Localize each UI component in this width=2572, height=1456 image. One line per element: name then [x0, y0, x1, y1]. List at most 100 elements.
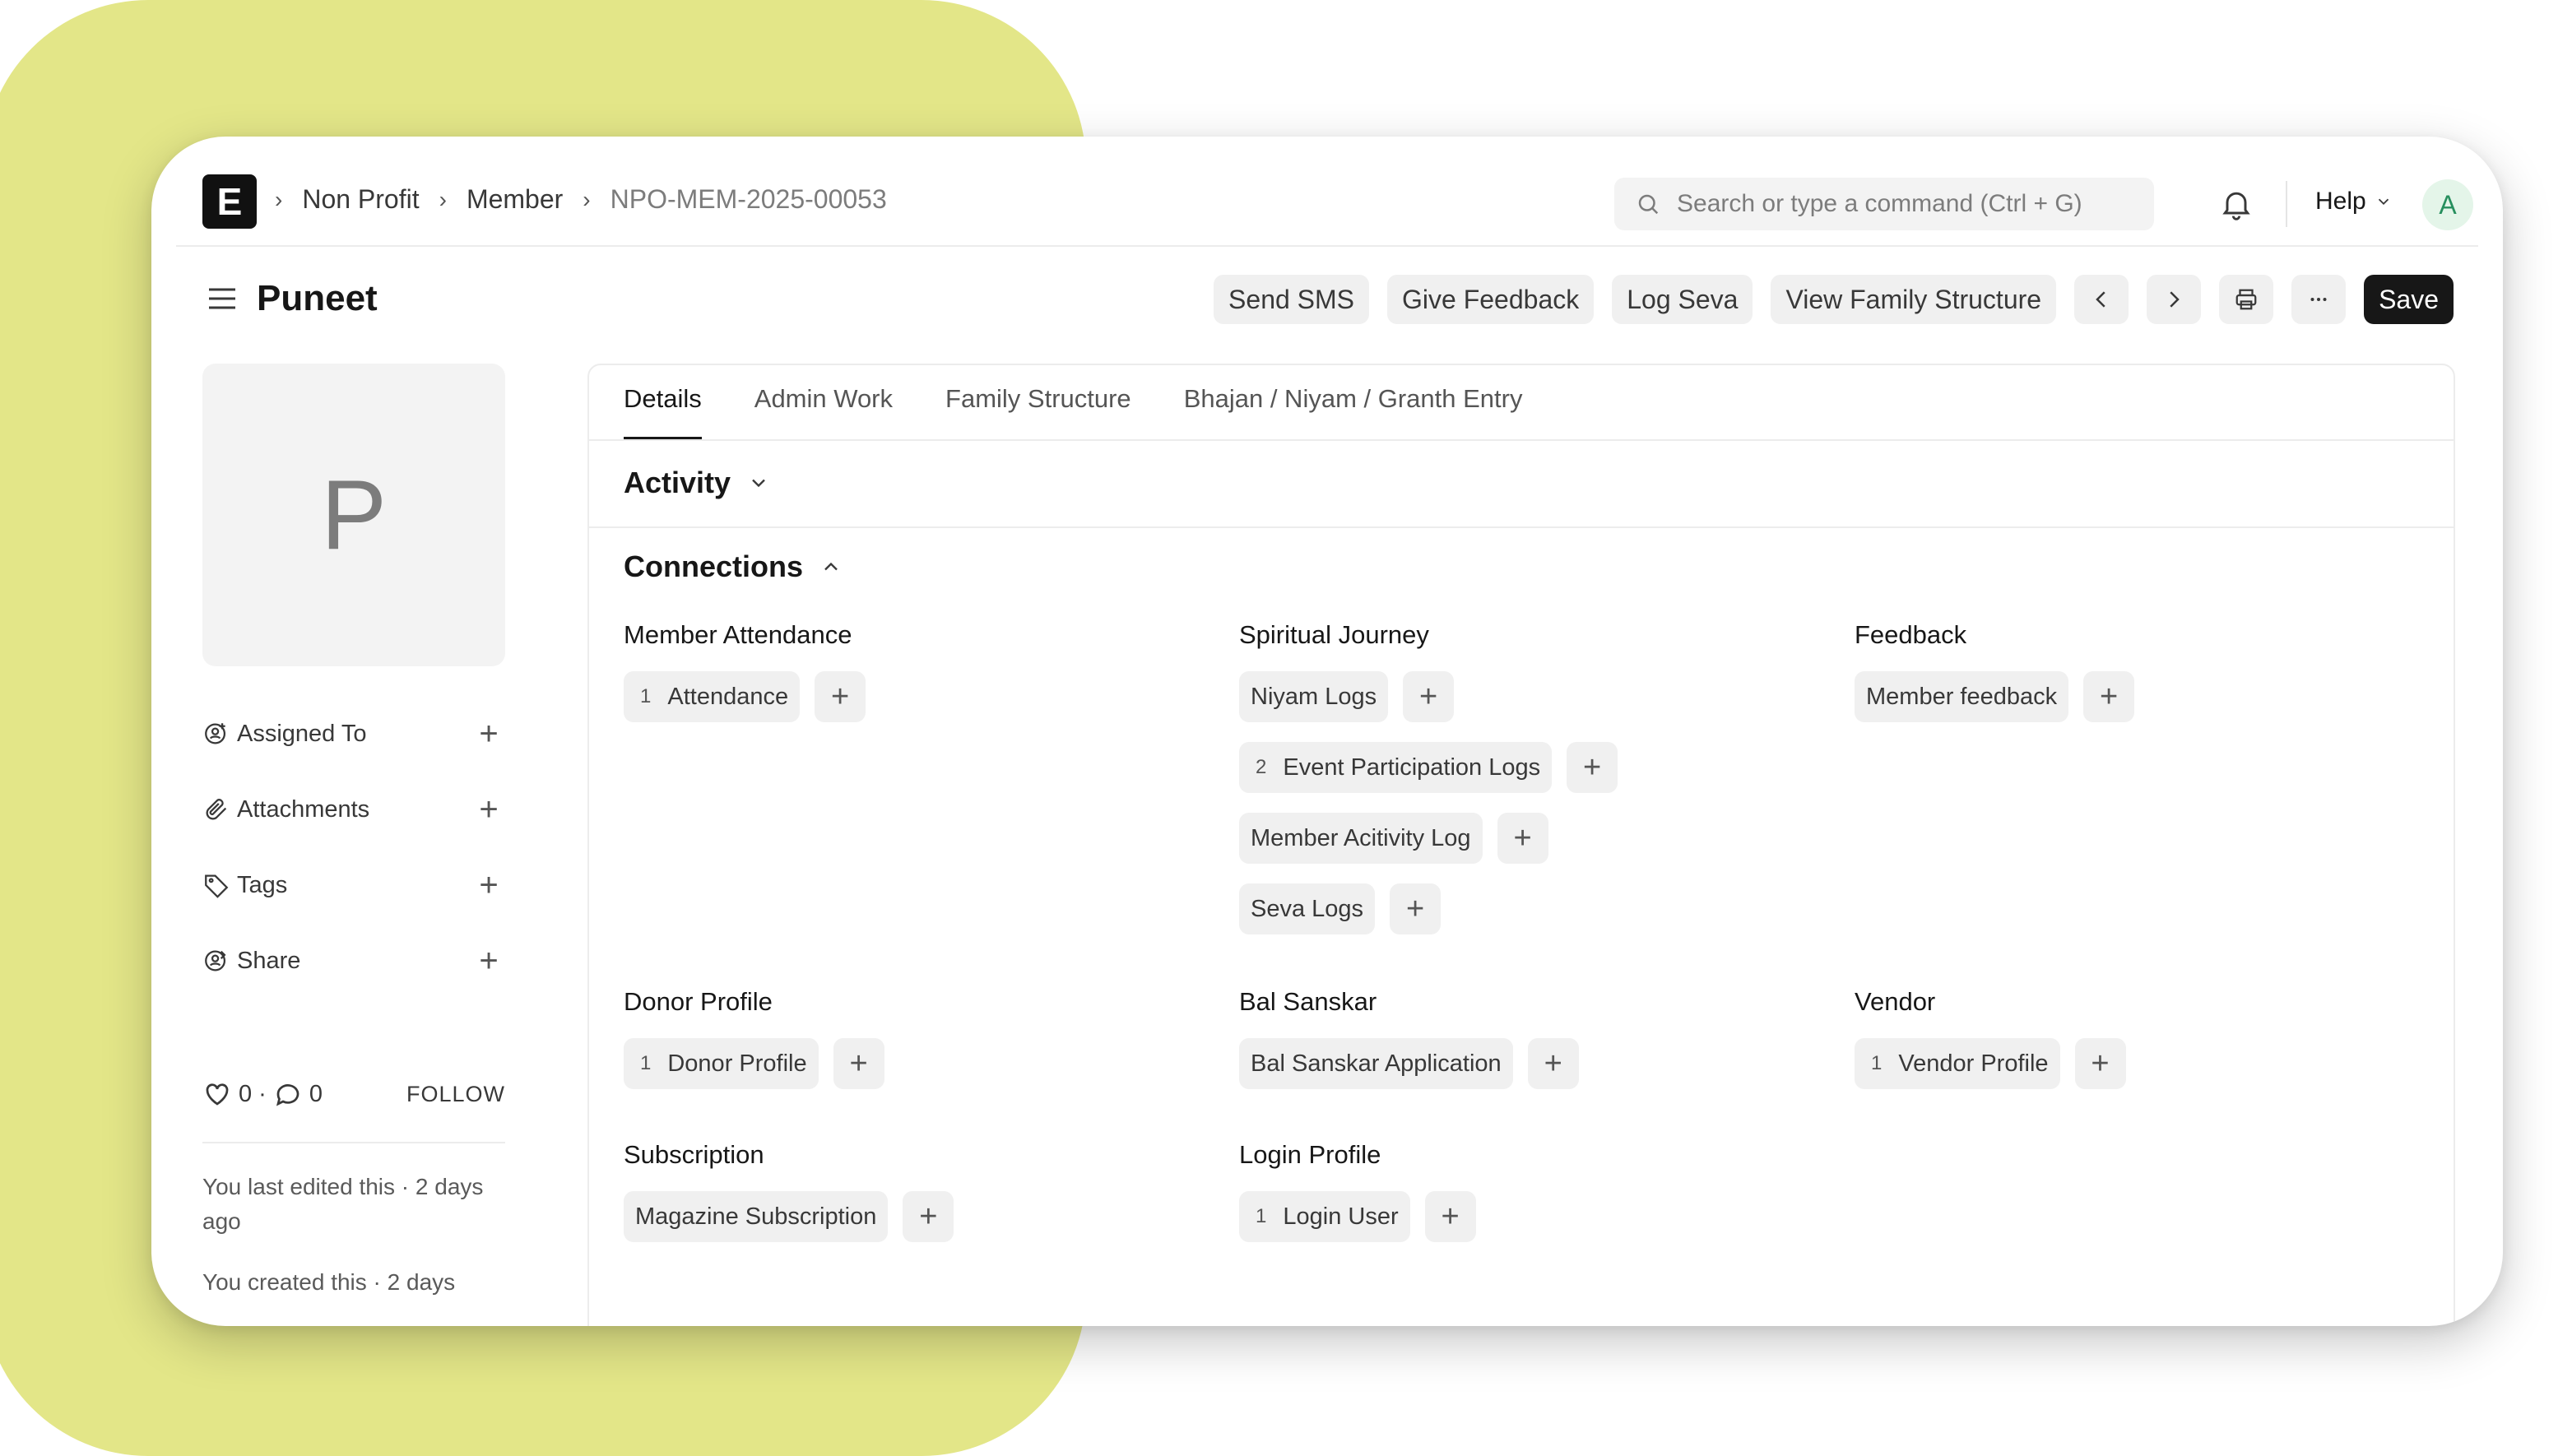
sidebar-item-share[interactable]: Share +: [202, 923, 505, 999]
connection-link-member-activity-log[interactable]: Member Acitivity Log: [1239, 813, 1483, 864]
link-label: Member feedback: [1866, 683, 2058, 710]
tab-admin-work[interactable]: Admin Work: [754, 384, 893, 439]
sidebar-item-label: Share: [237, 947, 301, 974]
group-title: Vendor: [1855, 987, 1936, 1016]
connection-link-bal-sanskar-application[interactable]: Bal Sanskar Application: [1239, 1038, 1513, 1089]
link-count: 1: [640, 1052, 652, 1074]
link-label: Niyam Logs: [1251, 683, 1377, 710]
comment-icon[interactable]: [273, 1079, 303, 1109]
connection-link-magazine-subscription[interactable]: Magazine Subscription: [624, 1191, 889, 1242]
share-add-icon[interactable]: +: [472, 943, 505, 980]
search-input[interactable]: Search or type a command (Ctrl + G): [1614, 178, 2154, 230]
share-icon: [205, 950, 226, 971]
connections-section-toggle[interactable]: Connections: [624, 549, 843, 584]
comment-count: 0: [309, 1080, 323, 1107]
tab-family-structure[interactable]: Family Structure: [945, 384, 1131, 439]
hamburger-icon[interactable]: [207, 286, 237, 311]
add-magazine-subscription-button[interactable]: +: [903, 1191, 954, 1242]
connection-link-event-participation-logs[interactable]: 2 Event Participation Logs: [1239, 742, 1553, 793]
link-count: 1: [640, 685, 652, 707]
add-seva-log-button[interactable]: +: [1390, 883, 1442, 934]
connection-group-spiritual-journey: Spiritual Journey Niyam Logs + 2 Event P…: [1239, 620, 1618, 954]
tag-icon: [205, 874, 229, 898]
connection-link-seva-logs[interactable]: Seva Logs: [1239, 883, 1376, 934]
link-label: Vendor Profile: [1898, 1050, 2049, 1077]
bell-icon[interactable]: [2218, 186, 2254, 222]
add-tag-icon[interactable]: +: [472, 867, 505, 904]
link-label: Attendance: [667, 683, 789, 710]
save-button[interactable]: Save: [2364, 275, 2454, 324]
breadcrumb-member[interactable]: Member: [467, 184, 563, 215]
group-title: Subscription: [624, 1140, 764, 1169]
breadcrumb: › Non Profit › Member › NPO-MEM-2025-000…: [275, 184, 887, 215]
link-label: Login User: [1283, 1203, 1399, 1230]
link-label: Seva Logs: [1251, 895, 1364, 922]
connection-link-login-user[interactable]: 1 Login User: [1239, 1191, 1410, 1242]
tab-bhajan-niyam-granth[interactable]: Bhajan / Niyam / Granth Entry: [1184, 384, 1523, 439]
chevron-down-icon: [752, 479, 765, 488]
connection-group-vendor: Vendor 1 Vendor Profile +: [1855, 987, 2126, 1109]
avatar[interactable]: A: [2422, 179, 2473, 230]
link-label: Magazine Subscription: [635, 1203, 877, 1230]
add-login-user-button[interactable]: +: [1424, 1191, 1476, 1242]
connection-link-vendor-profile[interactable]: 1 Vendor Profile: [1855, 1038, 2060, 1089]
group-title: Member Attendance: [624, 620, 852, 649]
heart-icon[interactable]: [202, 1079, 232, 1109]
add-member-feedback-button[interactable]: +: [2083, 671, 2135, 722]
assign-icon: [205, 723, 226, 744]
connection-group-bal-sanskar: Bal Sanskar Bal Sanskar Application +: [1239, 987, 1579, 1109]
connection-link-member-feedback[interactable]: Member feedback: [1855, 671, 2069, 722]
link-label: Member Acitivity Log: [1251, 824, 1471, 851]
sidebar-item-label: Attachments: [237, 795, 370, 823]
give-feedback-button[interactable]: Give Feedback: [1387, 275, 1595, 324]
add-niyam-log-button[interactable]: +: [1403, 671, 1455, 722]
sidebar-item-attachments[interactable]: Attachments +: [202, 772, 505, 847]
chevron-right-icon: [2170, 291, 2180, 308]
top-navbar: E › Non Profit › Member › NPO-MEM-2025-0…: [176, 137, 2478, 247]
more-horizontal-icon: [2310, 298, 2327, 301]
app-logo[interactable]: E: [202, 174, 257, 229]
like-count: 0: [239, 1080, 253, 1107]
link-label: Donor Profile: [667, 1050, 807, 1077]
divider: [202, 1142, 505, 1143]
add-donor-profile-button[interactable]: +: [833, 1038, 884, 1089]
chevron-right-icon: ›: [583, 186, 591, 212]
section-title: Activity: [624, 466, 731, 499]
sidebar-item-assigned-to[interactable]: Assigned To +: [202, 696, 505, 772]
group-title: Spiritual Journey: [1239, 620, 1429, 649]
add-attachment-icon[interactable]: +: [472, 791, 505, 828]
next-record-button[interactable]: [2147, 275, 2202, 324]
help-menu[interactable]: Help: [2315, 188, 2393, 216]
follow-button[interactable]: FOLLOW: [406, 1082, 505, 1107]
add-member-activity-log-button[interactable]: +: [1497, 813, 1548, 864]
connection-link-donor-profile[interactable]: 1 Donor Profile: [624, 1038, 819, 1089]
breadcrumb-record-id: NPO-MEM-2025-00053: [610, 184, 887, 214]
social-stats: 0 · 0 FOLLOW: [202, 1079, 505, 1109]
more-button[interactable]: [2291, 275, 2347, 324]
printer-icon: [2235, 289, 2257, 310]
tab-details[interactable]: Details: [624, 384, 702, 439]
add-vendor-profile-button[interactable]: +: [2074, 1038, 2126, 1089]
view-family-structure-button[interactable]: View Family Structure: [1771, 275, 2057, 324]
activity-section-toggle[interactable]: Activity: [624, 466, 770, 500]
print-button[interactable]: [2219, 275, 2274, 324]
add-assignee-icon[interactable]: +: [472, 716, 505, 753]
page-title: Puneet: [257, 278, 378, 318]
connection-group-login-profile: Login Profile 1 Login User +: [1239, 1140, 1476, 1262]
previous-record-button[interactable]: [2074, 275, 2129, 324]
breadcrumb-non-profit[interactable]: Non Profit: [302, 184, 419, 215]
add-event-participation-log-button[interactable]: +: [1567, 742, 1618, 793]
send-sms-button[interactable]: Send SMS: [1214, 275, 1370, 324]
add-attendance-button[interactable]: +: [815, 671, 866, 722]
add-bal-sanskar-application-button[interactable]: +: [1527, 1038, 1579, 1089]
app-window: E › Non Profit › Member › NPO-MEM-2025-0…: [151, 137, 2503, 1326]
connection-group-feedback: Feedback Member feedback +: [1855, 620, 2135, 742]
record-image-placeholder[interactable]: P: [202, 364, 505, 666]
connection-group-member-attendance: Member Attendance 1 Attendance +: [624, 620, 866, 742]
sidebar-item-tags[interactable]: Tags +: [202, 847, 505, 923]
connection-link-attendance[interactable]: 1 Attendance: [624, 671, 801, 722]
chevron-left-icon: [2096, 291, 2105, 308]
form-tabs: Details Admin Work Family Structure Bhaj…: [589, 365, 2454, 441]
connection-link-niyam-logs[interactable]: Niyam Logs: [1239, 671, 1389, 722]
log-seva-button[interactable]: Log Seva: [1612, 275, 1753, 324]
